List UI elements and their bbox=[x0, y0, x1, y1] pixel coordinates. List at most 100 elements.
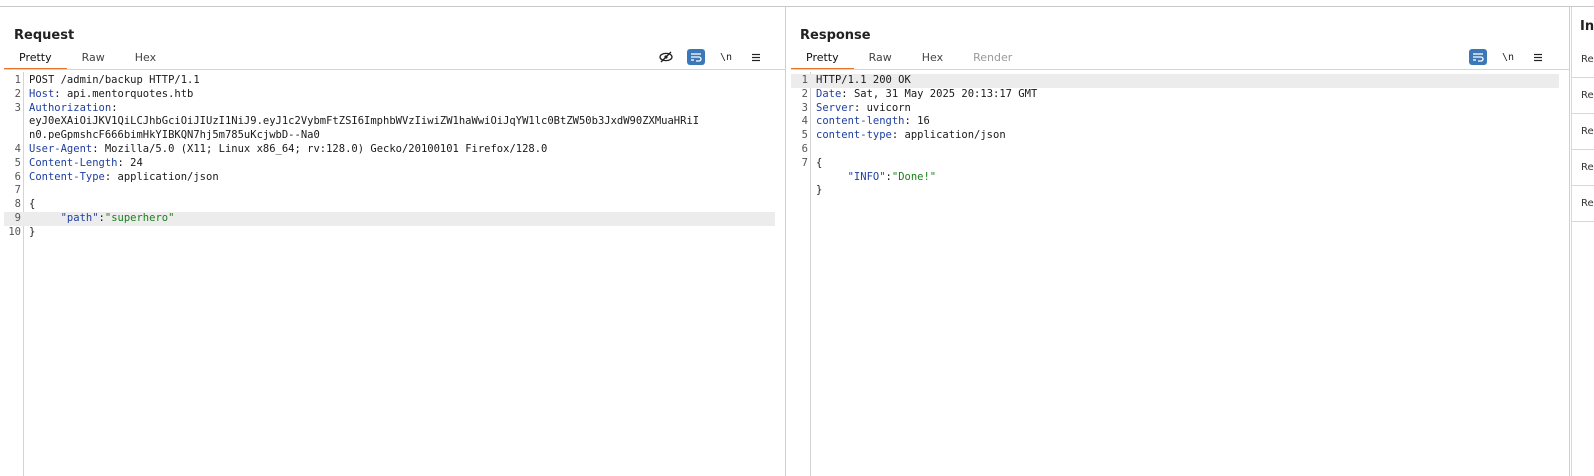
line-number: 7 bbox=[801, 156, 808, 169]
code-line[interactable]: 4 content-length: 16 bbox=[791, 115, 1559, 129]
code-token: } bbox=[816, 184, 823, 197]
request-tabs: Pretty Raw Hex bbox=[4, 51, 171, 70]
header-name: content-length bbox=[816, 115, 905, 128]
code-line[interactable]: } bbox=[791, 184, 1559, 198]
newline-toggle[interactable]: \n bbox=[717, 49, 735, 65]
code-line[interactable]: 5 content-type: application/json bbox=[791, 129, 1559, 143]
code-line[interactable]: 6 bbox=[791, 143, 1559, 157]
line-number: 7 bbox=[14, 184, 21, 197]
code-token: POST /admin/backup HTTP/1.1 bbox=[29, 74, 200, 86]
line-number: 4 bbox=[801, 115, 808, 128]
request-toolbar: \n bbox=[657, 49, 765, 65]
code-line[interactable]: 4 User-Agent: Mozilla/5.0 (X11; Linux x86… bbox=[4, 143, 775, 157]
line-number: 4 bbox=[14, 143, 21, 155]
code-token: HTTP/1.1 200 OK bbox=[816, 74, 911, 86]
line-number: 5 bbox=[14, 156, 21, 169]
header-name: Content-Type bbox=[29, 170, 105, 183]
json-key: "path" bbox=[60, 212, 99, 224]
line-number: 3 bbox=[801, 101, 808, 114]
code-line[interactable]: n0.peGpmshcF666bimHkYIBKQN7hj5m785uKcjwb… bbox=[4, 129, 775, 143]
inspector-item[interactable]: Re bbox=[1572, 114, 1594, 150]
tab-raw[interactable]: Raw bbox=[854, 51, 907, 70]
code-text: User-Agent: Mozilla/5.0 (X11; Linux x86_… bbox=[29, 143, 547, 157]
code-text: "path":"superhero" bbox=[29, 212, 175, 226]
inspector-item[interactable]: Re bbox=[1572, 78, 1594, 114]
line-number: 2 bbox=[14, 87, 21, 100]
code-line[interactable]: 6 Content-Type: application/json bbox=[4, 171, 775, 185]
json-key: "INFO" bbox=[847, 170, 886, 183]
line-number: 9 bbox=[14, 212, 21, 224]
code-line[interactable]: 7 bbox=[4, 184, 775, 198]
code-line[interactable]: 9 "path":"superhero" bbox=[4, 212, 775, 226]
request-editor[interactable]: 1 POST /admin/backup HTTP/1.1 2 Host: api.m… bbox=[4, 72, 785, 476]
header-name: content-type bbox=[816, 129, 892, 142]
code-text: "INFO":"Done!" bbox=[816, 170, 937, 185]
hamburger-menu-icon[interactable] bbox=[1529, 49, 1547, 65]
code-line[interactable]: 8{ bbox=[4, 198, 775, 212]
line-number: 1 bbox=[801, 74, 808, 86]
hamburger-menu-icon[interactable] bbox=[747, 49, 765, 65]
inspector-item[interactable]: Re bbox=[1572, 42, 1594, 78]
code-line[interactable]: 10} bbox=[4, 226, 775, 240]
code-token: n0.peGpmshcF666bimHkYIBKQN7hj5m785uKcjwb… bbox=[29, 129, 320, 142]
tab-hex[interactable]: Hex bbox=[120, 51, 171, 70]
code-line[interactable]: 1 POST /admin/backup HTTP/1.1 bbox=[4, 74, 775, 88]
tabs-divider bbox=[4, 69, 785, 70]
code-line[interactable]: 2 Host: api.mentorquotes.htb bbox=[4, 88, 775, 102]
code-line[interactable]: 5 Content-Length: 24 bbox=[4, 157, 775, 171]
header-name: Host bbox=[29, 87, 55, 100]
code-line[interactable]: 7{ bbox=[791, 157, 1559, 171]
tab-hex[interactable]: Hex bbox=[907, 51, 958, 70]
header-name: User-Agent bbox=[29, 143, 93, 155]
code-text: Host: api.mentorquotes.htb bbox=[29, 88, 193, 102]
code-token: : application/json bbox=[104, 170, 219, 183]
code-line[interactable]: eyJ0eXAiOiJKV1QiLCJhbGciOiJIUzI1NiJ9.eyJ… bbox=[4, 115, 775, 129]
code-text: n0.peGpmshcF666bimHkYIBKQN7hj5m785uKcjwb… bbox=[29, 129, 320, 143]
code-text: Server: uvicorn bbox=[816, 102, 911, 116]
tab-pretty[interactable]: Pretty bbox=[4, 51, 67, 70]
code-line[interactable]: 1 HTTP/1.1 200 OK bbox=[791, 74, 1559, 88]
inspector-pane: In Re Re Re Re Re bbox=[1571, 7, 1594, 476]
code-text: Authorization: bbox=[29, 102, 118, 116]
code-line[interactable]: 3 Server: uvicorn bbox=[791, 102, 1559, 116]
tabs-divider bbox=[791, 69, 1569, 70]
tab-raw[interactable]: Raw bbox=[67, 51, 120, 70]
eye-slash-icon[interactable] bbox=[657, 49, 675, 65]
code-token: : uvicorn bbox=[853, 101, 911, 114]
response-toolbar: \n bbox=[1469, 49, 1547, 65]
line-number: 1 bbox=[14, 74, 21, 86]
newline-toggle[interactable]: \n bbox=[1499, 49, 1517, 65]
code-token: : Sat, 31 May 2025 20:13:17 GMT bbox=[841, 87, 1038, 100]
line-number: 8 bbox=[14, 198, 21, 211]
code-token: : application/json bbox=[891, 129, 1006, 142]
header-name: Date bbox=[816, 87, 842, 100]
word-wrap-icon[interactable] bbox=[1469, 49, 1487, 65]
response-pane: Response Pretty Raw Hex Render \n 1 HTTP/… bbox=[787, 7, 1570, 476]
word-wrap-icon[interactable] bbox=[687, 49, 705, 65]
code-text: content-type: application/json bbox=[816, 129, 1006, 143]
response-title: Response bbox=[800, 28, 871, 43]
code-line[interactable]: 2 Date: Sat, 31 May 2025 20:13:17 GMT bbox=[791, 88, 1559, 102]
code-token: : 16 bbox=[904, 115, 930, 128]
inspector-item[interactable]: Re bbox=[1572, 186, 1594, 222]
code-token: { bbox=[29, 198, 36, 211]
code-text: content-length: 16 bbox=[816, 115, 930, 129]
inspector-item[interactable]: Re bbox=[1572, 150, 1594, 186]
json-string: "Done!" bbox=[891, 170, 937, 183]
code-text: { bbox=[29, 198, 35, 212]
code-text: Date: Sat, 31 May 2025 20:13:17 GMT bbox=[816, 88, 1037, 102]
code-line[interactable]: "INFO":"Done!" bbox=[791, 171, 1559, 185]
code-token: : 24 bbox=[117, 156, 143, 169]
code-line[interactable]: 3 Authorization: bbox=[4, 102, 775, 116]
code-text: HTTP/1.1 200 OK bbox=[816, 74, 911, 88]
json-string: "superhero" bbox=[104, 212, 175, 224]
request-title: Request bbox=[14, 28, 75, 43]
code-text: Content-Length: 24 bbox=[29, 157, 143, 171]
line-number: 6 bbox=[801, 143, 808, 155]
tab-render[interactable]: Render bbox=[958, 51, 1027, 70]
tab-pretty[interactable]: Pretty bbox=[791, 51, 854, 70]
response-editor[interactable]: 1 HTTP/1.1 200 OK 2 Date: Sat, 31 May 2025 … bbox=[791, 72, 1569, 476]
code-text: eyJ0eXAiOiJKV1QiLCJhbGciOiJIUzI1NiJ9.eyJ… bbox=[29, 115, 699, 129]
